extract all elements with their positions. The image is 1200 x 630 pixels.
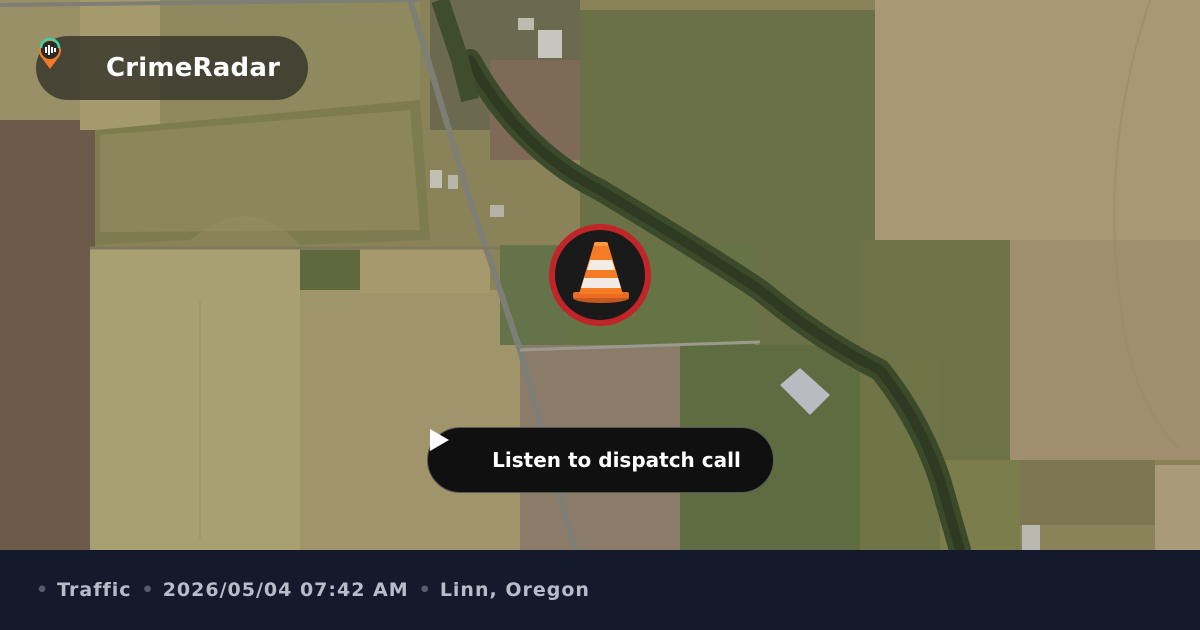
incident-marker[interactable] <box>547 222 653 328</box>
traffic-cone-icon <box>549 224 651 326</box>
play-icon <box>430 429 482 472</box>
brand-name: CrimeRadar <box>106 53 281 83</box>
separator-dot: • <box>36 579 50 601</box>
brand-pill[interactable]: CrimeRadar <box>36 36 308 100</box>
incident-info-bar: • Traffic • 2026/05/04 07:42 AM • Linn, … <box>0 550 1200 630</box>
separator-dot: • <box>418 579 432 601</box>
incident-location: Linn, Oregon <box>439 579 590 601</box>
listen-dispatch-button[interactable]: Listen to dispatch call <box>427 427 774 493</box>
separator-dot: • <box>141 579 155 601</box>
share-card: CrimeRadar Listen to dispatch call • Tra… <box>0 0 1200 630</box>
listen-button-label: Listen to dispatch call <box>492 448 741 472</box>
location-pin-radio-icon <box>39 37 84 85</box>
incident-datetime: 2026/05/04 07:42 AM <box>162 579 409 601</box>
satellite-map[interactable]: CrimeRadar Listen to dispatch call <box>0 0 1200 550</box>
incident-category: Traffic <box>57 579 132 601</box>
